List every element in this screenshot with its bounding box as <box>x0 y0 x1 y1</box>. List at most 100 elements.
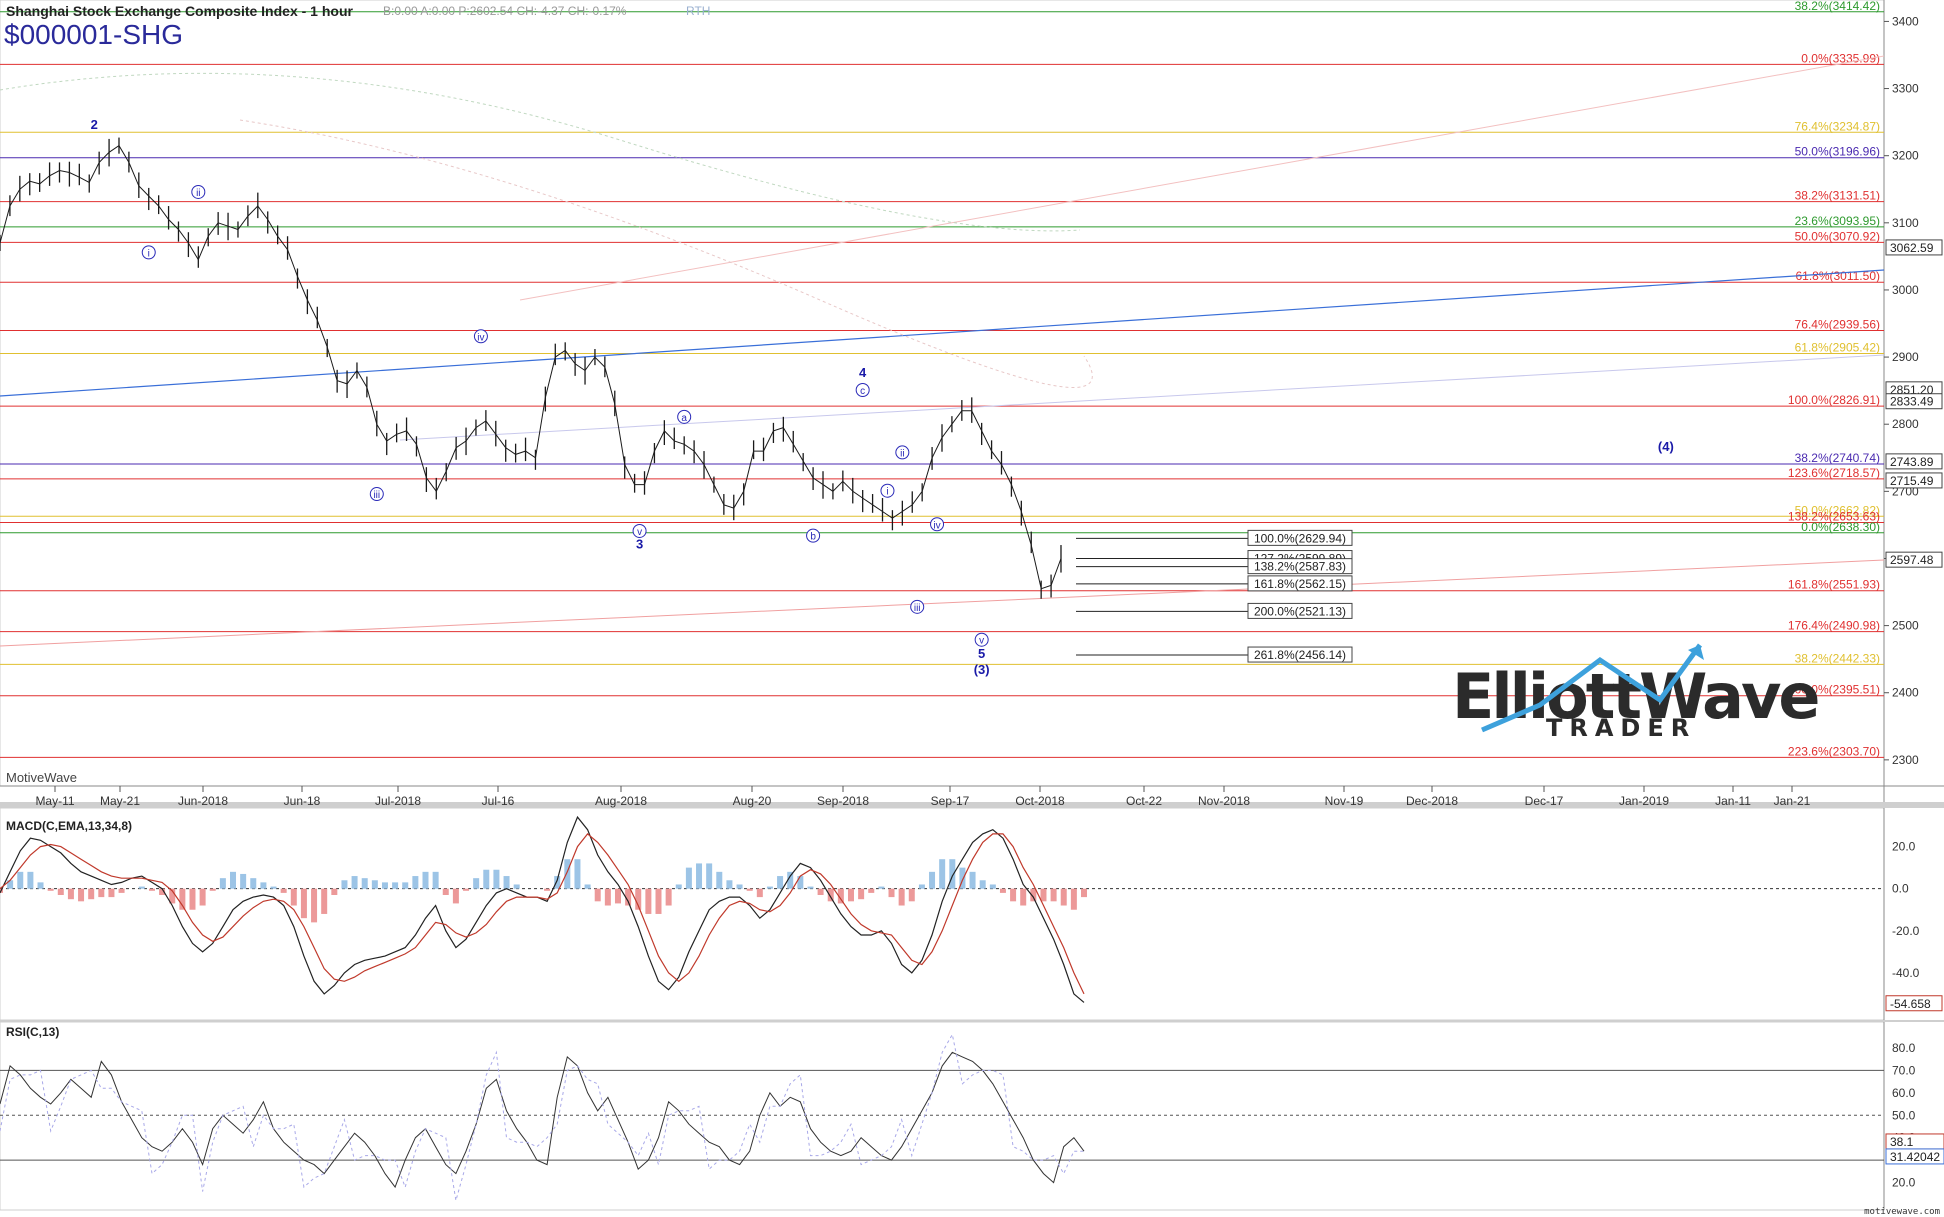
macd-histogram-bar <box>746 888 753 891</box>
macd-histogram-bar <box>766 886 773 889</box>
price-tag-label: 2743.89 <box>1890 455 1934 469</box>
macd-histogram-bar <box>594 888 601 902</box>
macd-histogram-bar <box>868 888 875 893</box>
macd-histogram-bar <box>716 871 723 889</box>
macd-histogram-bar <box>270 886 277 889</box>
fib-level-label: 50.0%(3070.92) <box>1795 229 1880 243</box>
macd-histogram-bar <box>999 888 1006 893</box>
macd-histogram-bar <box>979 880 986 889</box>
macd-histogram-bar <box>260 882 267 889</box>
fib-level-label: 223.6%(2303.70) <box>1788 744 1880 758</box>
x-axis-label: Dec-2018 <box>1406 794 1458 808</box>
panel-splitter-2[interactable] <box>0 1020 1944 1022</box>
price-y-tick-label: 2900 <box>1892 350 1919 364</box>
price-y-tick-label: 2300 <box>1892 753 1919 767</box>
extension-label: 100.0%(2629.94) <box>1254 531 1346 545</box>
fib-level-label: 50.0%(3196.96) <box>1795 145 1880 159</box>
elliottwave-trader-logo: ElliottWave TRADER <box>1452 643 1821 742</box>
rsi-y-label: 50.0 <box>1892 1108 1916 1122</box>
price-y-tick-label: 3100 <box>1892 216 1919 230</box>
x-axis-label: Nov-19 <box>1325 794 1364 808</box>
macd-histogram-bar <box>483 869 490 889</box>
macd-histogram-bar <box>290 888 297 906</box>
macd-histogram-bar <box>574 859 581 889</box>
price-y-tick-label: 2500 <box>1892 619 1919 633</box>
price-y-tick-label: 3200 <box>1892 149 1919 163</box>
macd-histogram-bar <box>442 888 449 895</box>
macd-histogram-bar <box>929 871 936 889</box>
macd-histogram-bar <box>463 888 470 891</box>
macd-histogram-bar <box>614 888 621 904</box>
macd-histogram-bar <box>1020 888 1027 906</box>
wave-label: a <box>681 413 687 424</box>
macd-histogram-bar <box>392 882 399 889</box>
wave-label-bold: 2 <box>91 117 98 132</box>
x-axis-label: Jan-11 <box>1715 794 1751 808</box>
macd-histogram-bar <box>604 888 611 906</box>
rsi-y-label: 20.0 <box>1892 1176 1916 1190</box>
x-axis-label: Jul-16 <box>482 794 515 808</box>
macd-histogram-bar <box>665 888 672 906</box>
macd-histogram-bar <box>422 871 429 889</box>
macd-histogram-bar <box>878 886 885 889</box>
macd-histogram-bar <box>797 876 804 889</box>
macd-histogram-bar <box>807 886 814 889</box>
macd-histogram-bar <box>554 876 561 889</box>
fib-level-label: 38.2%(2740.74) <box>1795 451 1880 465</box>
macd-histogram-bar <box>675 884 682 889</box>
macd-histogram-bar <box>432 871 439 889</box>
macd-histogram-bar <box>1050 888 1057 902</box>
extension-label: 200.0%(2521.13) <box>1254 604 1346 618</box>
macd-histogram-bar <box>1070 888 1077 910</box>
macd-histogram-bar <box>1060 888 1067 906</box>
macd-histogram-bar <box>27 871 34 889</box>
x-axis-label: Sep-17 <box>931 794 970 808</box>
wave-label-bold: (4) <box>1658 439 1674 454</box>
price-y-tick-label: 3300 <box>1892 82 1919 96</box>
macd-histogram-bar <box>696 863 703 889</box>
macd-histogram-bar <box>98 888 105 898</box>
macd-histogram-bar <box>300 888 307 919</box>
macd-histogram-bar <box>361 878 368 889</box>
extension-label: 261.8%(2456.14) <box>1254 648 1346 662</box>
macd-histogram-bar <box>989 884 996 889</box>
fib-level-label: 61.8%(2905.42) <box>1795 340 1880 354</box>
wave-label: ii <box>900 448 904 459</box>
logo-subtext: TRADER <box>1546 714 1696 742</box>
macd-histogram-bar <box>148 888 155 891</box>
extension-label: 161.8%(2562.15) <box>1254 577 1346 591</box>
wave-label-bold: (3) <box>974 662 990 677</box>
chart-background <box>0 0 1944 1217</box>
wave-label: b <box>810 532 816 543</box>
macd-y-label: 20.0 <box>1892 840 1916 854</box>
x-axis-label: Aug-20 <box>733 794 772 808</box>
macd-histogram-bar <box>939 859 946 889</box>
macd-histogram-bar <box>47 888 54 891</box>
fib-level-label: 38.2%(3414.42) <box>1795 0 1880 13</box>
macd-histogram-bar <box>230 871 237 889</box>
macd-histogram-bar <box>209 888 216 891</box>
rsi-y-label: 60.0 <box>1892 1086 1916 1100</box>
macd-histogram-bar <box>726 880 733 889</box>
rsi-y-label: 70.0 <box>1892 1063 1916 1077</box>
rth-indicator[interactable]: RTH <box>686 4 710 18</box>
macd-histogram-bar <box>493 869 500 889</box>
wave-label: i <box>886 487 888 498</box>
x-axis-label: May-21 <box>100 794 140 808</box>
macd-histogram-bar <box>706 863 713 889</box>
macd-histogram-bar <box>341 880 348 889</box>
macd-histogram-bar <box>544 888 551 891</box>
fib-level-label: 123.6%(2718.57) <box>1788 466 1880 480</box>
x-axis-label: Jan-2019 <box>1619 794 1669 808</box>
macd-histogram-bar <box>655 888 662 914</box>
macd-y-label: -40.0 <box>1892 966 1920 980</box>
fib-level-label: 176.4%(2490.98) <box>1788 619 1880 633</box>
macd-histogram-bar <box>473 878 480 889</box>
rsi-title: RSI(C,13) <box>6 1025 59 1039</box>
macd-histogram-bar <box>402 882 409 889</box>
macd-y-label: 0.0 <box>1892 882 1909 896</box>
x-axis-label: Nov-2018 <box>1198 794 1250 808</box>
macd-histogram-bar <box>452 888 459 904</box>
macd-histogram-bar <box>817 888 824 895</box>
macd-histogram-bar <box>311 888 318 923</box>
